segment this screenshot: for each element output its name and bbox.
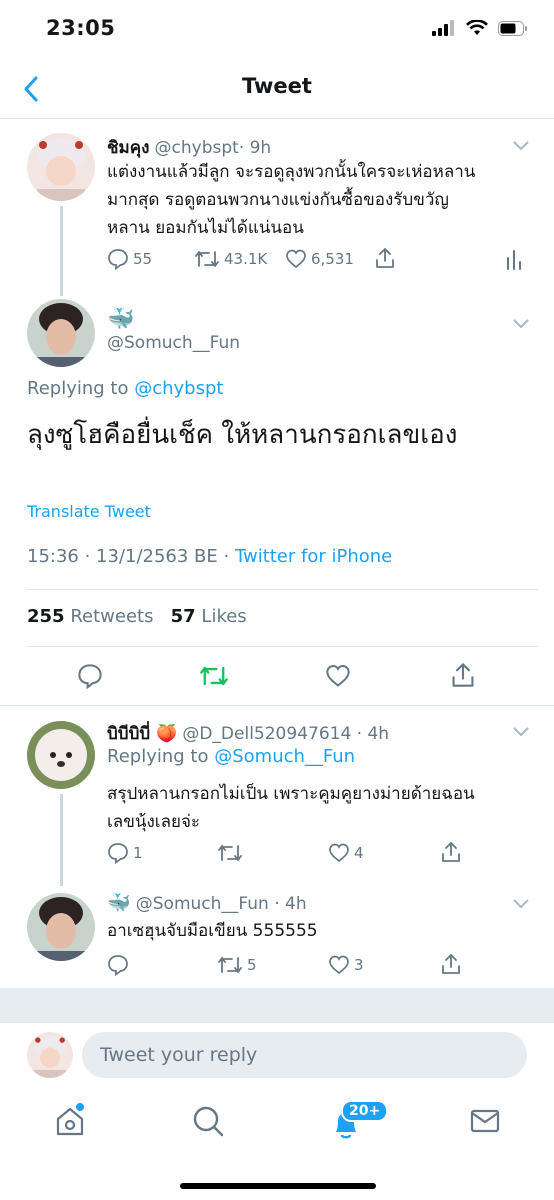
- tweet-header: ชิมคุง @chybspt· 9h: [107, 134, 271, 161]
- divider: [0, 118, 554, 119]
- share-icon: [442, 842, 460, 862]
- home-indicator: [180, 1183, 376, 1189]
- heart-icon: [329, 843, 349, 863]
- whale-emoji-icon: 🐳: [107, 892, 131, 914]
- home-icon: [56, 1103, 84, 1136]
- reply-icon: [108, 249, 128, 270]
- share-button[interactable]: [374, 247, 396, 269]
- avatar[interactable]: [27, 721, 95, 789]
- chevron-down-icon[interactable]: [512, 726, 530, 738]
- share-icon: [442, 954, 460, 974]
- tab-home[interactable]: [50, 1101, 90, 1141]
- user-handle[interactable]: @Somuch__Fun: [107, 333, 240, 353]
- tweet-text: อาเซฮุนจับมือเขียน 555555: [107, 921, 318, 941]
- share-button[interactable]: [440, 841, 462, 863]
- tweet-stats: 255 Retweets 57 Likes: [27, 606, 247, 627]
- likes-stat[interactable]: 57 Likes: [171, 606, 247, 627]
- avatar[interactable]: [27, 133, 95, 201]
- retweet-button[interactable]: 43.1K: [194, 248, 267, 270]
- retweet-icon: [195, 251, 219, 267]
- mail-icon: [470, 1109, 500, 1133]
- tweet-text: สรุปหลานกรอกไม่เป็น เพราะคูมคูยางม่ายด้า…: [107, 784, 475, 832]
- reply-button[interactable]: [77, 663, 103, 689]
- wifi-icon: [466, 20, 488, 35]
- user-name[interactable]: บิบีบิบี่ 🍑: [107, 724, 177, 744]
- translate-tweet-link[interactable]: Translate Tweet: [27, 502, 151, 521]
- avatar[interactable]: [27, 299, 95, 367]
- retweet-icon: [200, 666, 228, 686]
- share-icon: [376, 248, 394, 268]
- share-icon: [452, 663, 474, 687]
- divider: [27, 646, 538, 647]
- tweet-time: · 9h: [238, 138, 272, 158]
- like-button[interactable]: 6,531: [285, 248, 354, 270]
- chevron-down-icon[interactable]: [512, 318, 530, 330]
- retweets-stat[interactable]: 255 Retweets: [27, 606, 153, 627]
- reply-button[interactable]: 1: [107, 842, 143, 864]
- share-button[interactable]: [450, 662, 476, 688]
- user-handle[interactable]: @D_Dell520947614 · 4h: [182, 724, 389, 744]
- user-name[interactable]: ชิมคุง: [107, 138, 149, 158]
- heart-icon: [329, 955, 349, 975]
- retweet-icon: [218, 957, 242, 973]
- replying-to: Replying to @Somuch__Fun: [107, 746, 356, 767]
- chevron-down-icon[interactable]: [512, 898, 530, 910]
- like-button[interactable]: 4: [328, 842, 364, 864]
- tweet-header: บิบีบิบี่ 🍑 @D_Dell520947614 · 4h: [107, 720, 389, 747]
- reply-button[interactable]: [107, 954, 133, 976]
- avatar[interactable]: [27, 893, 95, 961]
- reply-icon: [108, 843, 128, 864]
- retweet-button[interactable]: [199, 663, 229, 689]
- tweet-source-link[interactable]: Twitter for iPhone: [235, 546, 392, 567]
- tweet-timestamp: 15:36 · 13/1/2563 BE · Twitter for iPhon…: [27, 546, 393, 567]
- chevron-down-icon[interactable]: [512, 140, 530, 152]
- status-icons: [432, 20, 528, 36]
- divider: [0, 705, 554, 706]
- share-button[interactable]: [440, 953, 462, 975]
- battery-icon: [498, 20, 527, 36]
- signal-icon: [432, 20, 454, 36]
- page-title: Tweet: [242, 74, 312, 98]
- reply-input[interactable]: Tweet your reply: [82, 1032, 527, 1078]
- replying-to: Replying to @chybspt: [27, 378, 224, 399]
- feed-end-spacer: [0, 988, 554, 1022]
- divider: [27, 589, 538, 590]
- tweet-header: 🐳 @Somuch__Fun · 4h: [107, 891, 307, 914]
- heart-icon: [286, 249, 306, 269]
- heart-icon: [326, 664, 350, 687]
- retweet-button[interactable]: [217, 842, 247, 864]
- avatar[interactable]: [27, 1032, 73, 1078]
- reply-icon: [108, 955, 128, 976]
- retweet-icon: [218, 845, 242, 861]
- reply-button[interactable]: 55: [107, 248, 152, 270]
- notifications-badge: 20+: [341, 1100, 389, 1122]
- retweet-button[interactable]: 5: [217, 954, 257, 976]
- replying-to-link[interactable]: @chybspt: [134, 378, 223, 399]
- status-time: 23:05: [46, 16, 116, 40]
- user-handle[interactable]: @Somuch__Fun · 4h: [136, 894, 307, 914]
- like-button[interactable]: 3: [328, 954, 364, 976]
- user-handle[interactable]: @chybspt: [155, 138, 239, 158]
- analytics-icon: [507, 250, 521, 270]
- search-icon: [193, 1106, 224, 1137]
- reply-icon: [78, 664, 102, 689]
- thread-line: [60, 206, 63, 296]
- thread-line: [60, 794, 63, 886]
- tweet-text: แต่งงานแล้วมีลูก จะรอดูลุงพวกนั้นใครจะเห…: [107, 162, 476, 238]
- whale-emoji-icon: 🐳: [107, 307, 135, 332]
- tab-search[interactable]: [188, 1101, 228, 1141]
- tab-messages[interactable]: [465, 1101, 505, 1141]
- analytics-button[interactable]: [505, 248, 523, 270]
- divider: [0, 1022, 554, 1023]
- tweet-text: ลุงซูโฮคือยื่นเช็ค ให้หลานกรอกเลขเอง: [27, 420, 458, 450]
- replying-to-link[interactable]: @Somuch__Fun: [214, 746, 355, 767]
- like-button[interactable]: [325, 663, 351, 689]
